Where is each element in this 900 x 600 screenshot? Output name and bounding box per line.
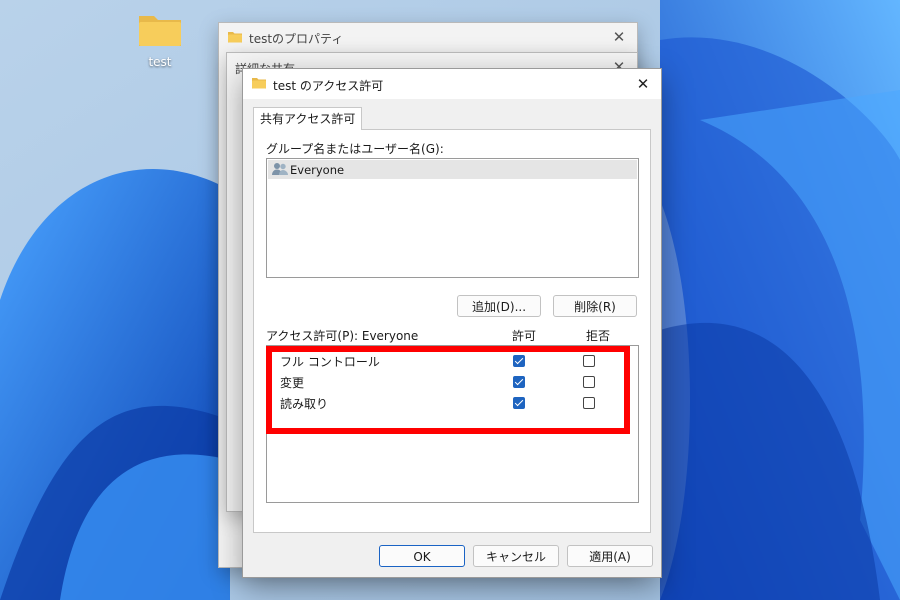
add-button[interactable]: 追加(D)... — [457, 295, 541, 317]
desktop-folder-test[interactable]: test — [132, 10, 188, 69]
apply-button[interactable]: 適用(A) — [567, 545, 653, 567]
close-icon[interactable]: ✕ — [633, 74, 653, 94]
deny-column-header: 拒否 — [586, 329, 611, 343]
desktop-folder-label: test — [148, 55, 172, 69]
user-name: Everyone — [290, 163, 345, 177]
permissions-titlebar[interactable]: test のアクセス許可 ✕ — [243, 69, 661, 99]
cancel-button[interactable]: キャンセル — [473, 545, 559, 567]
tab-share-permissions[interactable]: 共有アクセス許可 — [253, 107, 363, 130]
tab-panel: グループ名またはユーザー名(G): Everyone 追加(D)... 削除(R… — [253, 129, 651, 533]
folder-icon — [228, 32, 242, 43]
group-list-label: グループ名またはユーザー名(G): — [266, 142, 444, 156]
allow-column-header: 許可 — [512, 329, 537, 343]
user-row-everyone[interactable]: Everyone — [268, 160, 637, 179]
close-icon[interactable]: ✕ — [609, 27, 629, 47]
permissions-header: アクセス許可(P): Everyone — [266, 329, 419, 343]
users-icon — [272, 163, 288, 175]
folder-icon — [139, 16, 181, 46]
properties-title: testのプロパティ — [249, 32, 344, 46]
ok-button[interactable]: OK — [379, 545, 465, 567]
highlight-box — [266, 346, 630, 434]
folder-icon — [252, 78, 266, 89]
remove-button[interactable]: 削除(R) — [553, 295, 637, 317]
permissions-dialog[interactable]: test のアクセス許可 ✕ 共有アクセス許可 グループ名またはユーザー名(G)… — [242, 68, 662, 578]
dialog-title: test のアクセス許可 — [273, 79, 384, 93]
properties-titlebar[interactable]: testのプロパティ ✕ — [219, 23, 637, 51]
user-list[interactable]: Everyone — [266, 158, 639, 278]
